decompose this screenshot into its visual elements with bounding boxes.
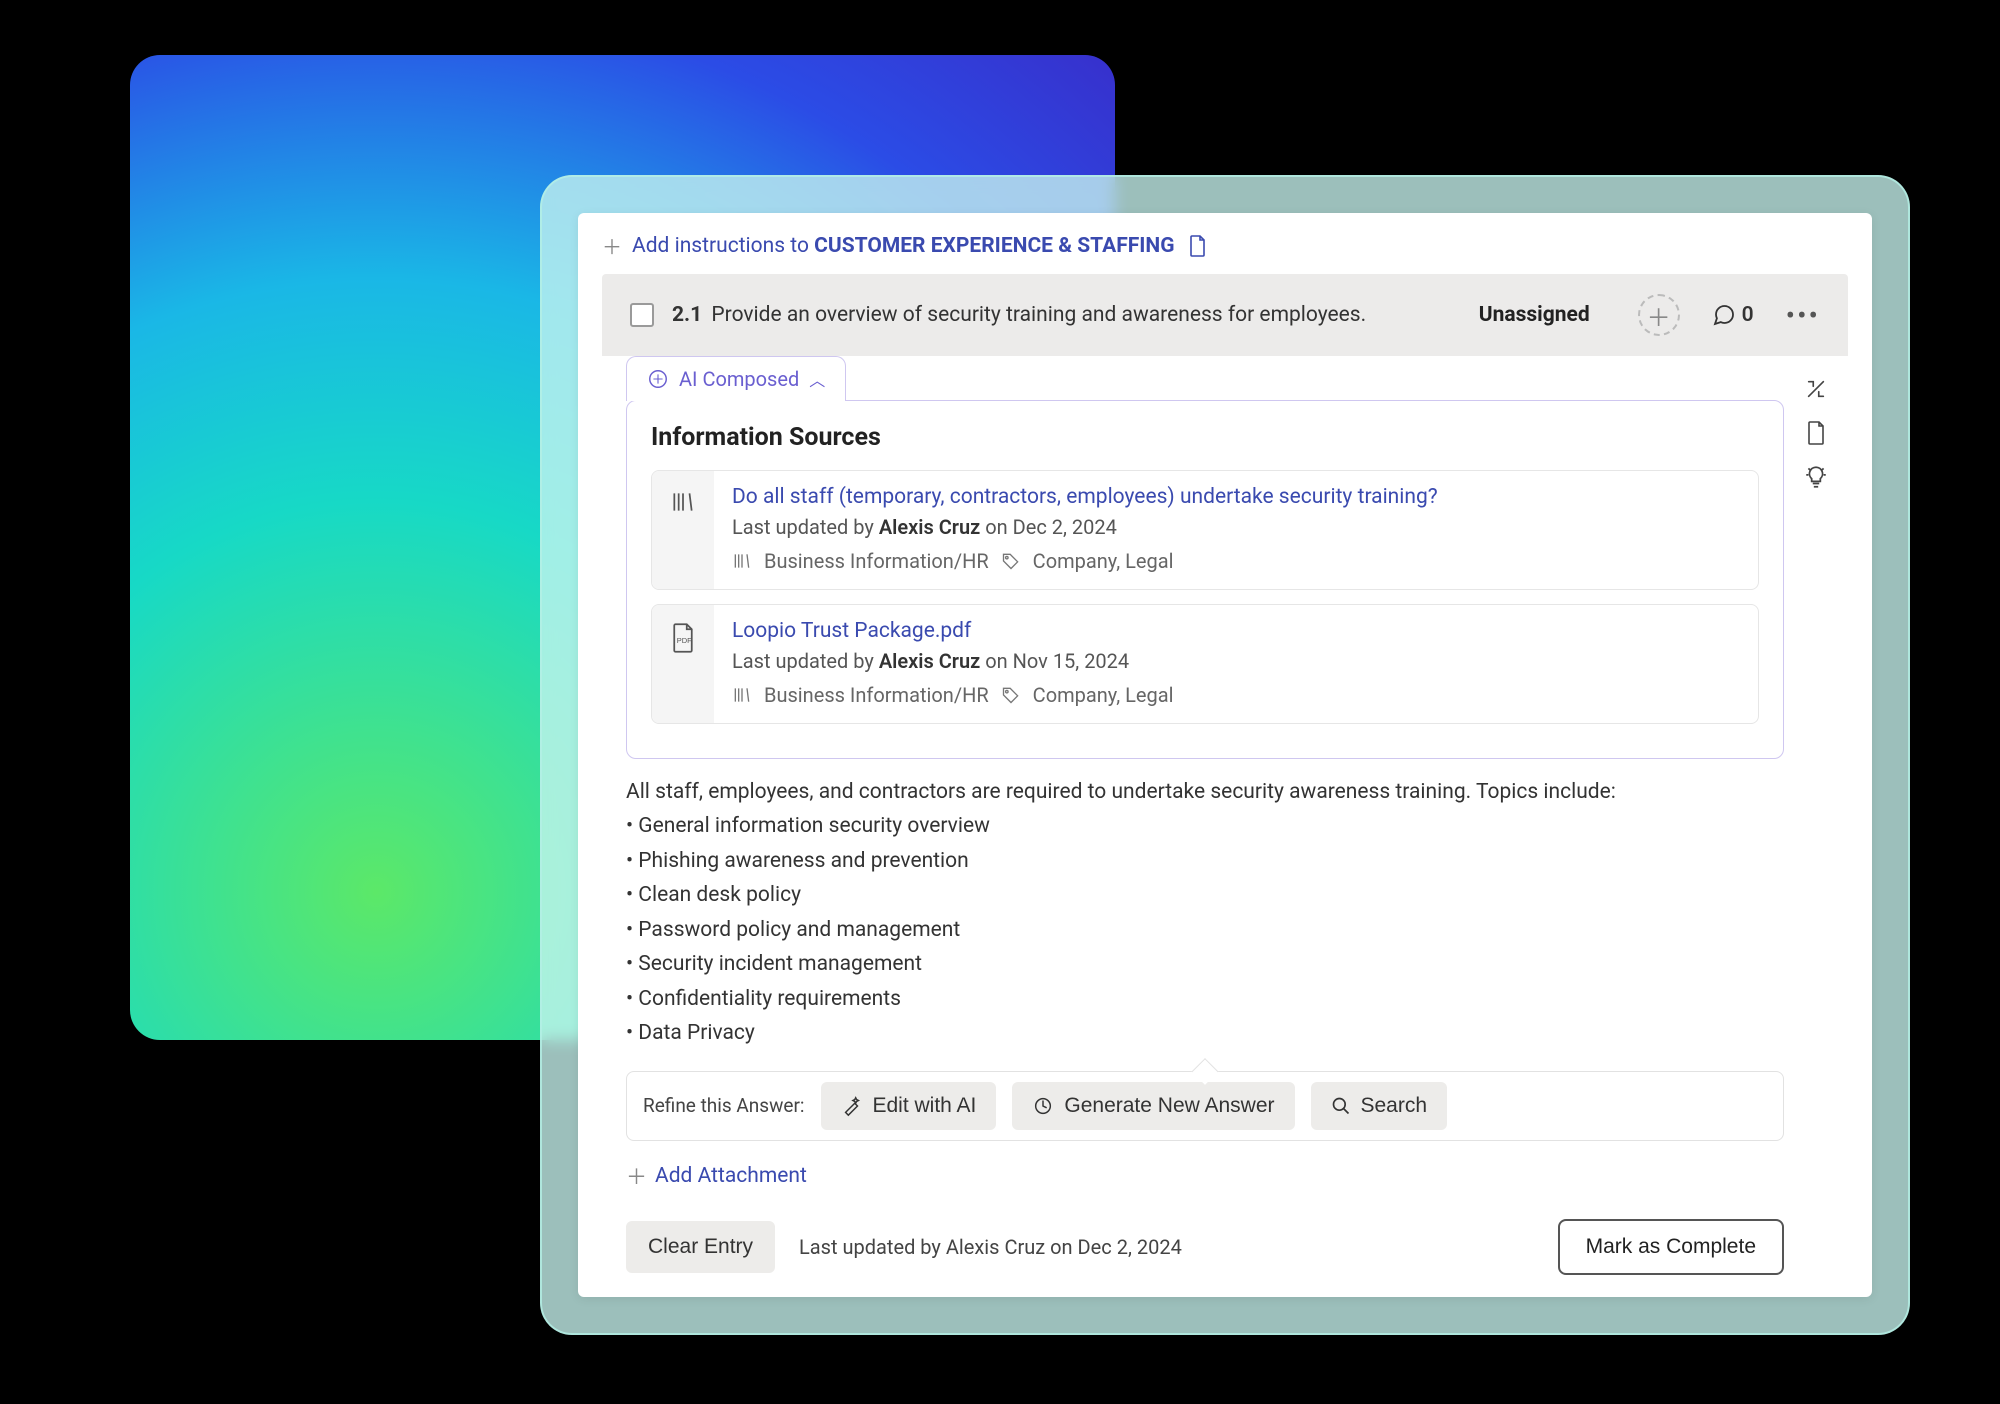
search-icon [1331,1096,1351,1116]
source-category: Business Information/HR [764,549,989,573]
library-icon [732,551,752,571]
source-link[interactable]: Do all staff (temporary, contractors, em… [732,485,1740,509]
plus-icon: ＋ [602,231,622,260]
answer-bullet: • Data Privacy [626,1018,1780,1048]
add-attachment-label: Add Attachment [655,1164,807,1188]
answer-bullet: • Password policy and management [626,915,1780,945]
clear-entry-button[interactable]: Clear Entry [626,1221,775,1273]
plus-icon: ＋ [626,1161,647,1191]
side-rail [1784,356,1848,1289]
library-icon [670,489,696,515]
instructions-prefix: Add instructions to [632,234,814,258]
ai-composed-tab[interactable]: AI Composed ︿ [626,356,846,401]
answer-bullet: • Phishing awareness and prevention [626,846,1780,876]
lightbulb-icon[interactable] [1803,464,1829,490]
information-sources-panel: Information Sources Do all staff (tempor… [626,400,1784,759]
more-menu-button[interactable]: ••• [1786,299,1820,332]
answer-bullet: • General information security overview [626,811,1780,841]
source-updated: Last updated by Alexis Cruz on Nov 15, 2… [732,649,1740,673]
footer-updated-meta: Last updated by Alexis Cruz on Dec 2, 20… [799,1235,1182,1259]
answer-body: All staff, employees, and contractors ar… [626,759,1784,1049]
question-body: Provide an overview of security training… [711,303,1366,327]
regenerate-icon [1032,1095,1054,1117]
tag-icon [1001,685,1021,705]
answer-bullet: • Confidentiality requirements [626,984,1780,1014]
question-checkbox[interactable] [630,303,654,327]
comment-icon [1712,303,1736,327]
question-header: 2.1 Provide an overview of security trai… [602,274,1848,356]
source-item: Do all staff (temporary, contractors, em… [651,470,1759,590]
answer-bullet: • Security incident management [626,949,1780,979]
instructions-section: CUSTOMER EXPERIENCE & STAFFING [814,234,1174,258]
source-tags: Business Information/HR Company, Legal [732,549,1740,573]
source-link[interactable]: Loopio Trust Package.pdf [732,619,1740,643]
refine-label: Refine this Answer: [643,1094,805,1117]
chevron-up-icon: ︿ [809,367,825,391]
document-icon[interactable] [1803,420,1829,446]
add-attachment-link[interactable]: ＋ Add Attachment [626,1161,807,1191]
ai-tab-label: AI Composed [679,367,799,391]
question-number: 2.1 [672,303,702,327]
expand-icon[interactable] [1803,376,1829,402]
answer-intro: All staff, employees, and contractors ar… [626,777,1780,807]
source-category: Business Information/HR [764,683,989,707]
comments-button[interactable]: 0 [1712,303,1754,327]
footer-bar: Clear Entry Last updated by Alexis Cruz … [626,1219,1784,1275]
add-instructions-link[interactable]: ＋ Add instructions to CUSTOMER EXPERIENC… [578,213,1872,274]
ai-sparkle-icon [647,368,669,390]
search-button[interactable]: Search [1311,1082,1448,1130]
comment-count-value: 0 [1742,303,1754,327]
generate-new-answer-button[interactable]: Generate New Answer [1012,1082,1294,1130]
body-area: AI Composed ︿ Information Sources Do all… [602,356,1848,1297]
main-card: ＋ Add instructions to CUSTOMER EXPERIENC… [578,213,1872,1297]
sources-title: Information Sources [651,423,1759,452]
add-assignee-button[interactable]: ＋ [1638,294,1680,336]
source-item: PDF Loopio Trust Package.pdf Last update… [651,604,1759,724]
source-tag-list: Company, Legal [1033,683,1174,707]
wand-icon [841,1095,863,1117]
answer-bullet: • Clean desk policy [626,880,1780,910]
assignee-label[interactable]: Unassigned [1479,303,1590,327]
document-icon [1189,235,1207,257]
tag-icon [1001,551,1021,571]
source-tag-list: Company, Legal [1033,549,1174,573]
svg-text:PDF: PDF [677,636,692,645]
source-updated: Last updated by Alexis Cruz on Dec 2, 20… [732,515,1740,539]
question-text: 2.1 Provide an overview of security trai… [672,303,1366,327]
source-tags: Business Information/HR Company, Legal [732,683,1740,707]
glass-panel: ＋ Add instructions to CUSTOMER EXPERIENC… [540,175,1910,1335]
pdf-icon: PDF [670,623,696,653]
edit-with-ai-button[interactable]: Edit with AI [821,1082,997,1130]
refine-toolbar: Refine this Answer: Edit with AI Generat… [626,1071,1784,1141]
mark-complete-button[interactable]: Mark as Complete [1558,1219,1784,1275]
library-icon [732,685,752,705]
